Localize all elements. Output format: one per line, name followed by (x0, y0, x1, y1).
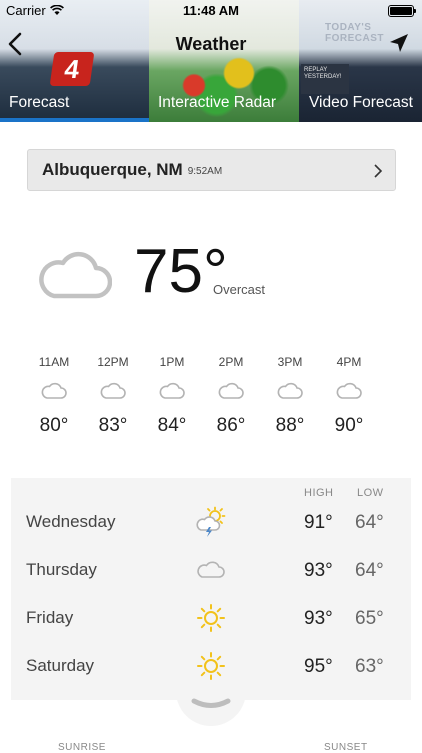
sun-icon (197, 652, 225, 680)
expand-drawer-handle[interactable] (176, 688, 246, 726)
hour-temp: 86° (216, 415, 246, 436)
hour-temp: 80° (39, 415, 69, 436)
hour-time: 3PM (277, 355, 303, 369)
high-column-header: HIGH (304, 487, 334, 499)
cloud-icon (277, 382, 303, 399)
daily-row[interactable]: Thursday 93° 64° (11, 548, 411, 596)
hourly-item: 12PM 83° (84, 355, 142, 437)
hour-temp: 90° (334, 415, 364, 436)
cloud-icon (41, 382, 67, 399)
page-title: Weather (175, 33, 247, 54)
hour-temp: 83° (98, 415, 128, 436)
cloud-icon (39, 251, 112, 299)
hour-time: 4PM (336, 355, 362, 369)
day-high: 91° (304, 512, 333, 533)
tab-label: Interactive Radar (158, 94, 277, 111)
day-low: 64° (355, 560, 384, 581)
hourly-forecast[interactable]: 11AM 80° 12PM 83° 1PM 84° 2PM 86° 3PM 88… (22, 355, 412, 455)
hour-time: 2PM (218, 355, 244, 369)
hourly-item: 3PM 88° (261, 355, 319, 437)
cloud-icon (336, 382, 362, 399)
daily-row[interactable]: Friday 93° 65° (11, 596, 411, 644)
hour-time: 11AM (38, 355, 70, 369)
navigation-bar: Weather (0, 22, 422, 66)
hour-time: 12PM (97, 355, 129, 369)
location-selector[interactable]: Albuquerque, NM 9:52AM (27, 149, 396, 191)
updated-time: 9:52AM (187, 166, 223, 177)
tab-label: Forecast (9, 94, 70, 111)
cloud-icon (197, 561, 225, 578)
day-name: Friday (26, 608, 74, 627)
cloud-icon (159, 382, 185, 399)
tab-label: Video Forecast (309, 94, 413, 111)
status-bar: Carrier 11:48 AM (0, 0, 422, 22)
hourly-item: 4PM 90° (320, 355, 378, 437)
day-low: 63° (355, 656, 384, 677)
sun-icon (197, 604, 225, 632)
hour-temp: 88° (275, 415, 305, 436)
day-name: Wednesday (26, 512, 116, 531)
low-column-header: LOW (357, 487, 384, 499)
thunder-sun-icon (196, 506, 226, 537)
hour-temp: 84° (157, 415, 187, 436)
hourly-item: 2PM 86° (202, 355, 260, 437)
day-low: 65° (355, 608, 384, 629)
day-low: 64° (355, 512, 384, 533)
battery-icon (388, 5, 416, 17)
day-name: Saturday (26, 656, 95, 675)
sunrise-label: SUNRISE (58, 742, 106, 753)
back-chevron-icon[interactable] (6, 32, 26, 56)
day-high: 93° (304, 608, 333, 629)
sunset-label: SUNSET (324, 742, 368, 753)
daily-row[interactable]: Wednesday 91° 64° (11, 500, 411, 548)
cloud-icon (218, 382, 244, 399)
day-high: 93° (304, 560, 333, 581)
location-name: Albuquerque, NM (42, 160, 183, 179)
hourly-item: 11AM 80° (25, 355, 83, 437)
daily-row[interactable]: Saturday 95° 63° (11, 644, 411, 692)
current-conditions: 75° Overcast (36, 232, 396, 312)
day-name: Thursday (26, 560, 97, 579)
clock: 11:48 AM (183, 3, 239, 18)
chevron-down-icon (191, 698, 231, 708)
daily-forecast: HIGH LOW Wednesday 91° 64° Thursday 93° … (11, 478, 411, 700)
selected-tab-indicator (0, 118, 149, 122)
hour-time: 1PM (159, 355, 185, 369)
day-high: 95° (304, 656, 333, 677)
cloud-icon (100, 382, 126, 399)
hourly-item: 1PM 84° (143, 355, 201, 437)
location-arrow-icon[interactable] (388, 32, 410, 54)
current-condition: Overcast (213, 282, 266, 297)
chevron-right-icon (374, 164, 383, 178)
replay-thumbnail: REPLAY YESTERDAY! (301, 64, 349, 94)
